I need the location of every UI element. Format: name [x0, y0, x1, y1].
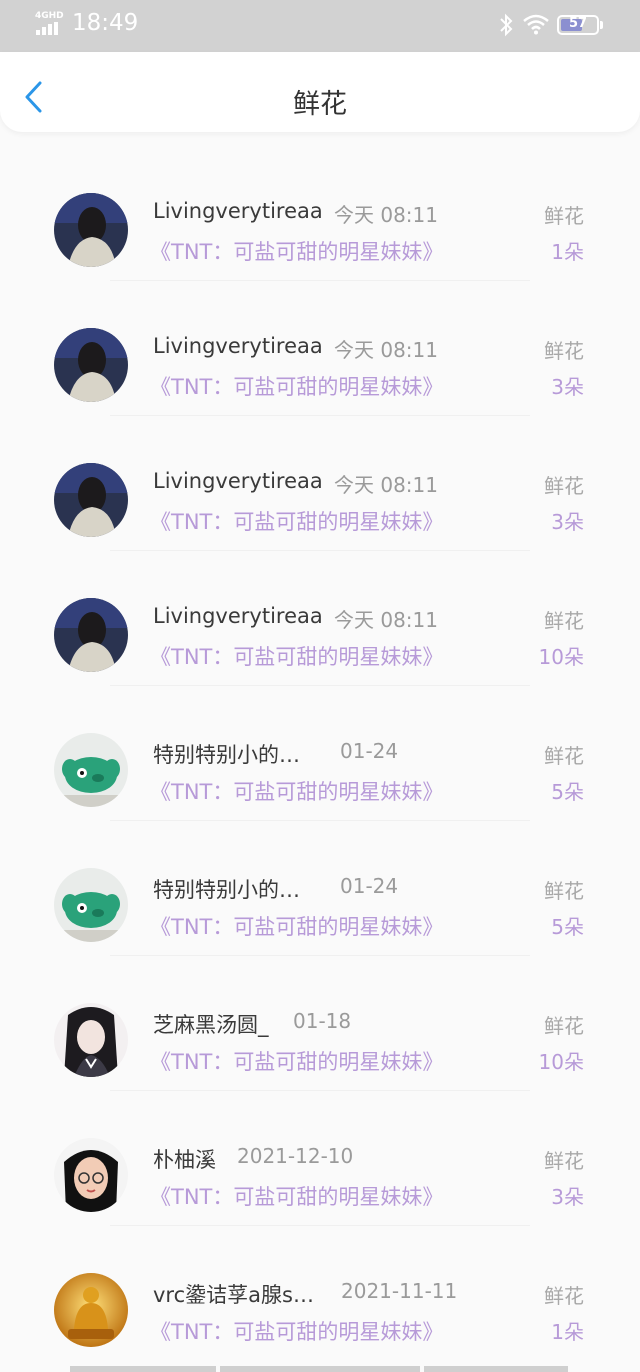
gift-type-label: 鲜花 [544, 1014, 584, 1038]
list-item[interactable]: 朴柚溪 2021-12-10 《TNT：可盐可甜的明星妹妹》 鲜花 3朵 [0, 1091, 640, 1226]
gift-count: 5朵 [551, 780, 584, 804]
avatar[interactable] [54, 463, 128, 537]
timestamp: 01-24 [340, 739, 399, 763]
avatar[interactable] [54, 193, 128, 267]
gift-type-label: 鲜花 [544, 204, 584, 228]
timestamp: 今天 08:11 [334, 203, 438, 227]
username[interactable]: 朴柚溪 [153, 1144, 216, 1174]
header-bar: 鲜花 [0, 52, 640, 132]
work-title-link[interactable]: 《TNT：可盐可甜的明星妹妹》 [150, 1181, 443, 1211]
timestamp: 2021-12-10 [237, 1144, 354, 1168]
gift-count: 10朵 [538, 1050, 584, 1074]
gift-count: 3朵 [551, 375, 584, 399]
avatar[interactable] [54, 733, 128, 807]
avatar[interactable] [54, 1273, 128, 1347]
flower-record-list: Livingverytireaa 今天 08:11 《TNT：可盐可甜的明星妹妹… [0, 146, 640, 1361]
username[interactable]: vrc鍌诘莩a腺s… [153, 1279, 314, 1309]
list-item[interactable]: Livingverytireaa 今天 08:11 《TNT：可盐可甜的明星妹妹… [0, 146, 640, 281]
list-item[interactable]: 特别特别小的… 01-24 《TNT：可盐可甜的明星妹妹》 鲜花 5朵 [0, 821, 640, 956]
battery-icon: 57 [557, 15, 603, 35]
gift-type-label: 鲜花 [544, 339, 584, 363]
gift-type-label: 鲜花 [544, 609, 584, 633]
gift-count: 1朵 [551, 240, 584, 264]
gift-count: 10朵 [538, 645, 584, 669]
gift-count: 5朵 [551, 915, 584, 939]
timestamp: 今天 08:11 [334, 608, 438, 632]
list-item[interactable]: 特别特别小的… 01-24 《TNT：可盐可甜的明星妹妹》 鲜花 5朵 [0, 686, 640, 821]
username[interactable]: 特别特别小的… [153, 739, 300, 769]
timestamp: 今天 08:11 [334, 473, 438, 497]
gift-type-label: 鲜花 [544, 1149, 584, 1173]
wifi-icon [523, 14, 549, 35]
list-item[interactable]: Livingverytireaa 今天 08:11 《TNT：可盐可甜的明星妹妹… [0, 551, 640, 686]
status-time: 18:49 [72, 10, 139, 36]
timestamp: 01-18 [293, 1009, 352, 1033]
avatar[interactable] [54, 328, 128, 402]
timestamp: 今天 08:11 [334, 338, 438, 362]
username[interactable]: 芝麻黑汤圆_ [153, 1009, 269, 1039]
work-title-link[interactable]: 《TNT：可盐可甜的明星妹妹》 [150, 641, 443, 671]
work-title-link[interactable]: 《TNT：可盐可甜的明星妹妹》 [150, 371, 443, 401]
gift-type-label: 鲜花 [544, 1284, 584, 1308]
bottom-edge [0, 1366, 640, 1372]
list-item[interactable]: 芝麻黑汤圆_ 01-18 《TNT：可盐可甜的明星妹妹》 鲜花 10朵 [0, 956, 640, 1091]
work-title-link[interactable]: 《TNT：可盐可甜的明星妹妹》 [150, 1316, 443, 1346]
work-title-link[interactable]: 《TNT：可盐可甜的明星妹妹》 [150, 236, 443, 266]
work-title-link[interactable]: 《TNT：可盐可甜的明星妹妹》 [150, 1046, 443, 1076]
signal-icon: 4GHD [35, 11, 65, 35]
username[interactable]: 特别特别小的… [153, 874, 300, 904]
gift-type-label: 鲜花 [544, 474, 584, 498]
avatar[interactable] [54, 598, 128, 672]
timestamp: 01-24 [340, 874, 399, 898]
gift-count: 3朵 [551, 510, 584, 534]
work-title-link[interactable]: 《TNT：可盐可甜的明星妹妹》 [150, 911, 443, 941]
list-item[interactable]: Livingverytireaa 今天 08:11 《TNT：可盐可甜的明星妹妹… [0, 281, 640, 416]
username[interactable]: Livingverytireaa [153, 334, 323, 358]
timestamp: 2021-11-11 [341, 1279, 458, 1303]
list-item[interactable]: Livingverytireaa 今天 08:11 《TNT：可盐可甜的明星妹妹… [0, 416, 640, 551]
page-title: 鲜花 [293, 89, 347, 120]
gift-type-label: 鲜花 [544, 879, 584, 903]
battery-level: 57 [568, 16, 588, 31]
username[interactable]: Livingverytireaa [153, 469, 323, 493]
username[interactable]: Livingverytireaa [153, 199, 323, 223]
network-type: 4GHD [35, 11, 64, 21]
status-bar: 4GHD 18:49 57 [0, 0, 640, 52]
gift-type-label: 鲜花 [544, 744, 584, 768]
gift-count: 3朵 [551, 1185, 584, 1209]
work-title-link[interactable]: 《TNT：可盐可甜的明星妹妹》 [150, 776, 443, 806]
avatar[interactable] [54, 1003, 128, 1077]
avatar[interactable] [54, 868, 128, 942]
gift-count: 1朵 [551, 1320, 584, 1344]
bluetooth-icon [500, 13, 513, 37]
avatar[interactable] [54, 1138, 128, 1212]
username[interactable]: Livingverytireaa [153, 604, 323, 628]
work-title-link[interactable]: 《TNT：可盐可甜的明星妹妹》 [150, 506, 443, 536]
list-item[interactable]: vrc鍌诘莩a腺s… 2021-11-11 《TNT：可盐可甜的明星妹妹》 鲜花… [0, 1226, 640, 1361]
